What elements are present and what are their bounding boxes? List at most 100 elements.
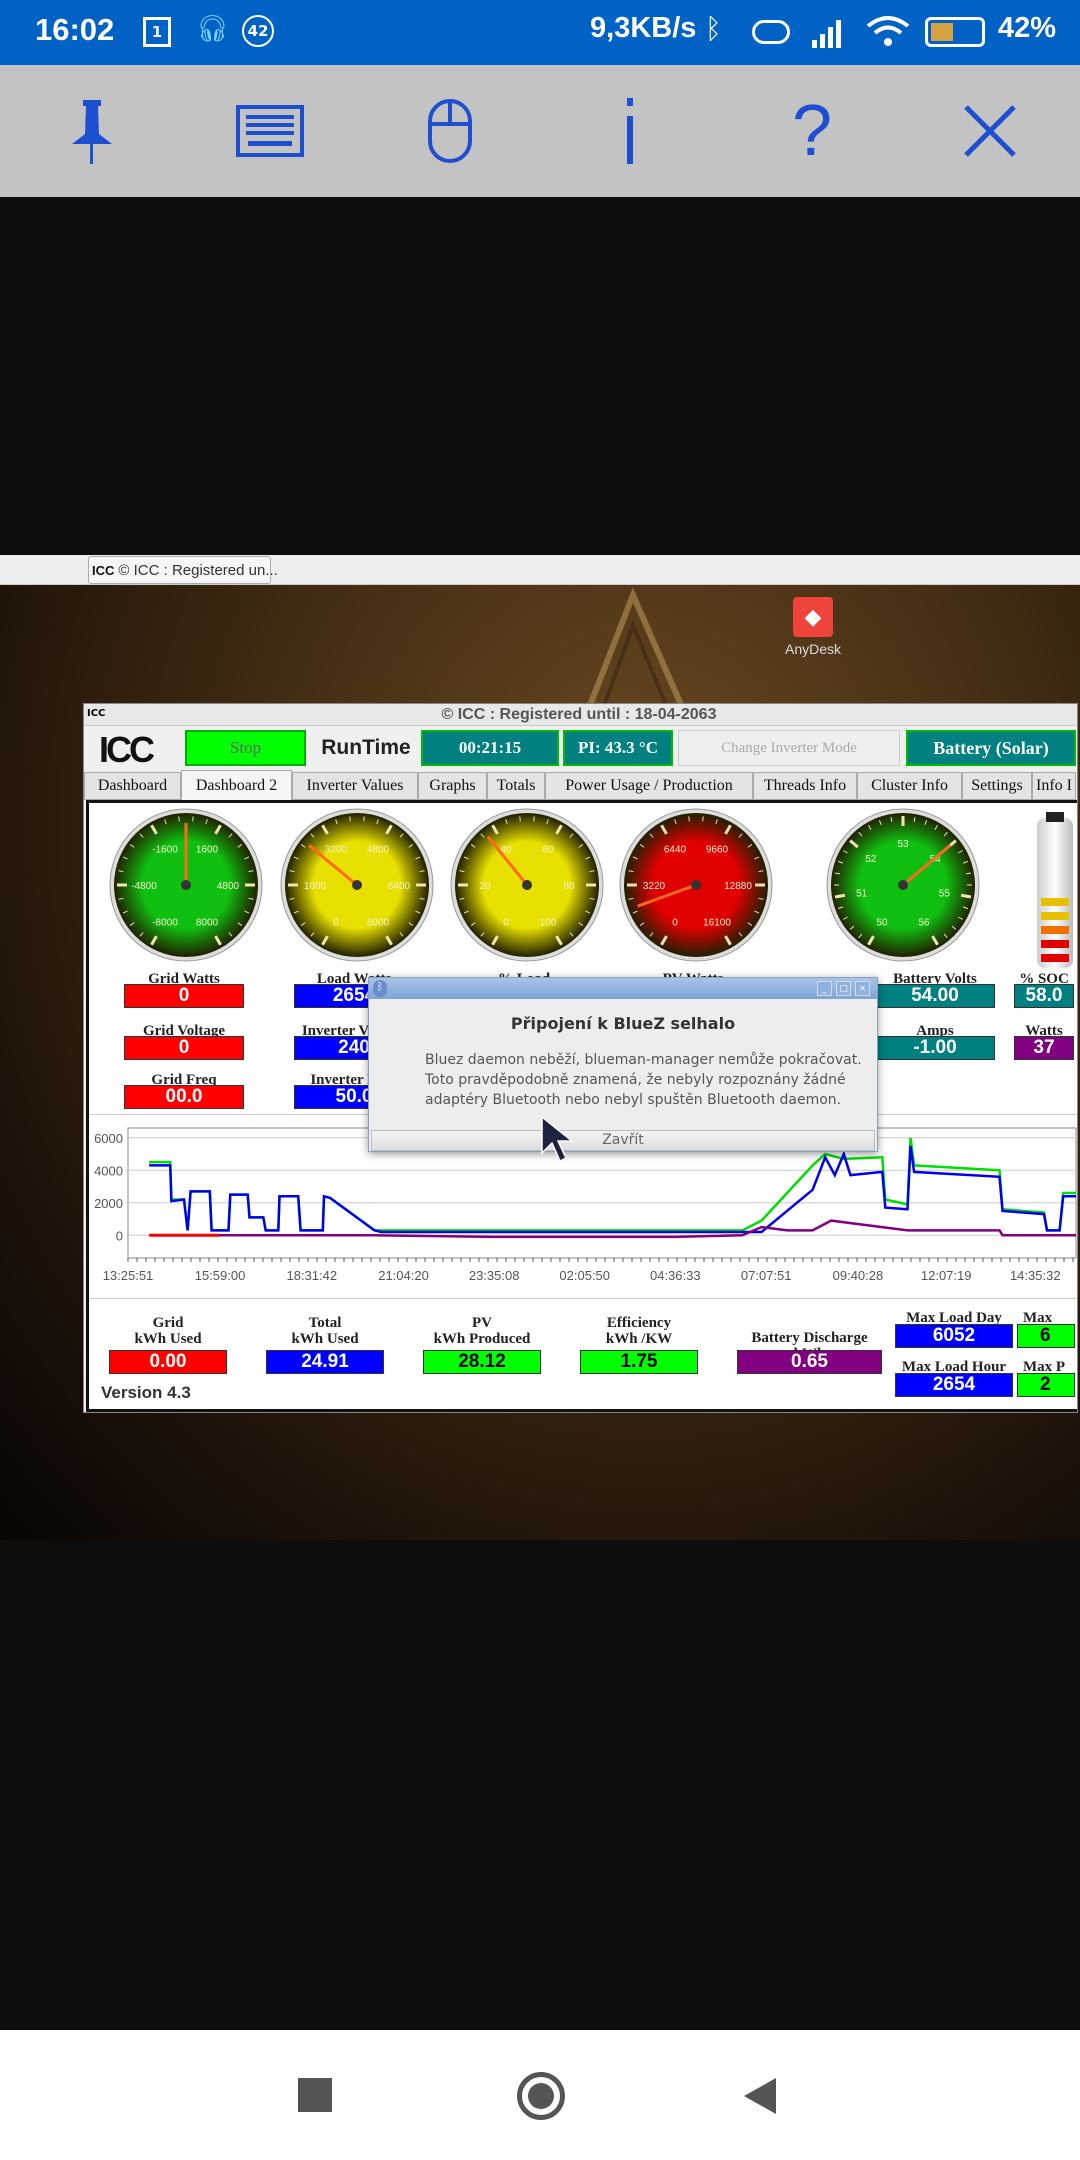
tab-dashboard[interactable]: Dashboard [84,772,181,800]
recents-button[interactable] [298,2078,332,2112]
gauge-tick [178,816,180,822]
gauge-label: 20 [479,881,491,892]
change-inverter-mode-button[interactable]: Change Inverter Mode [678,730,900,766]
pi-temperature: PI: 43.3 °C [563,730,673,766]
value-soc: 58.0 [1014,984,1074,1008]
tab-info-i[interactable]: Info I [1032,772,1076,800]
info-icon[interactable] [595,95,665,167]
message-line: adaptéry Bluetooth nebo nebyl spuštěn Bl… [425,1092,842,1108]
gauge-label: 8000 [367,917,390,928]
signal-icon [812,20,841,48]
home-button[interactable] [517,2072,565,2120]
anydesk-label[interactable]: AnyDesk [773,641,853,657]
y-tick-label: 2000 [94,1196,123,1211]
anydesk-icon[interactable]: ◆ [793,597,833,637]
tab-graphs[interactable]: Graphs [418,772,487,800]
gauge-tick [363,816,365,822]
total-value: 24.91 [266,1350,384,1374]
calendar-icon: 1 [143,17,171,47]
gauge-label: 50 [876,917,888,928]
value-battery-volts: 54.00 [875,984,995,1008]
gauge-label: 4800 [217,881,240,892]
taskbar-window-button[interactable]: ICC © ICC : Registered un... [88,556,278,584]
message-line: Toto pravděpodobně znamená, že nebyly ro… [425,1072,846,1088]
gauge-hub [522,880,532,890]
tab-dashboard-2[interactable]: Dashboard 2 [181,770,292,801]
gauge-label: 0 [672,917,678,928]
tab-threads-info[interactable]: Threads Info [753,772,857,800]
back-button[interactable] [740,2076,780,2116]
gauge-tick [702,816,704,822]
total-label-line1: PV [472,1315,492,1331]
total-label-line1: Total [308,1315,342,1331]
maximize-button[interactable]: □ [836,981,851,996]
window-title: © ICC : Registered until : 18-04-2063 [441,706,717,723]
icc-app-icon: ICC [92,562,115,578]
x-tick-label: 13:25:51 [103,1268,154,1283]
tab-cluster-info[interactable]: Cluster Info [857,772,962,800]
minimize-button[interactable]: _ [817,981,832,996]
gauge-label: 0 [333,917,339,928]
total-value: 0.00 [109,1350,227,1374]
total-label-line2: kWh Produced [433,1331,531,1347]
gauge-hub [352,880,362,890]
gauge-percent-load: 02040 6080100 [450,808,604,962]
bluez-error-dialog: ᛒ _ □ × Připojení k BlueZ selhalo Bluez … [368,977,878,1152]
tab-totals[interactable]: Totals [487,772,545,800]
tab-power-usage-production[interactable]: Power Usage / Production [545,772,753,800]
bluetooth-icon: ᛒ [373,980,387,997]
y-tick-label: 0 [116,1228,123,1243]
status-bar: 16:02 1 🎧︎ 42 9,3KB/s ᛒ 42% [0,0,1080,65]
value-watts: 37 [1014,1036,1074,1060]
total-label: Grid kWh Used [98,1315,238,1347]
close-icon[interactable] [955,95,1025,167]
total-label-line2: kWh /KW [605,1331,673,1347]
total-label-line1: Efficiency [606,1315,672,1331]
close-dialog-button[interactable]: Zavřít [371,1130,875,1151]
value-grid-freq: 00.0 [124,1085,244,1109]
gauge-label: 55 [939,888,951,899]
tab-inverter-values[interactable]: Inverter Values [292,772,418,800]
gauge-label: 1600 [196,845,219,856]
gauge-label: 51 [856,888,868,899]
wifi-icon [866,16,910,46]
icc-logo: ICC [99,729,155,770]
gauge-hub [691,880,701,890]
mouse-icon[interactable] [415,95,485,167]
mouse-cursor [541,1115,575,1163]
clock: 16:02 [35,12,115,47]
gauge-label: 0 [503,917,509,928]
message-line: Bluez daemon neběží, blueman-manager nem… [425,1052,862,1068]
total-label: PV kWh Produced [412,1315,552,1347]
tab-settings[interactable]: Settings [962,772,1032,800]
gauge-load-watts: 0 1600 3200 4800 6400 8000 [280,808,434,962]
taskbar-window-title: © ICC : Registered un... [118,561,278,579]
gauge-tick [349,816,351,822]
dialog-titlebar[interactable]: ᛒ _ □ × [369,978,877,999]
y-tick-label: 6000 [94,1131,123,1146]
dialog-title: Připojení k BlueZ selhalo [510,1014,736,1033]
gauge-label: -1600 [152,845,178,856]
total-label: Total kWh Used [255,1315,395,1347]
value-grid-voltage: 0 [124,1036,244,1060]
close-window-button[interactable]: × [855,981,870,996]
battery-soc-icon [1037,812,1073,968]
gauge-hub [898,880,908,890]
x-tick-label: 12:07:19 [921,1268,972,1283]
help-icon[interactable]: ? [777,91,847,171]
gauge-label: -8000 [152,917,178,928]
gauge-label: 56 [918,917,930,928]
gauge-label: 80 [563,881,575,892]
max-pv-hour-value: 2 [1017,1373,1075,1397]
gauge-tick [533,816,535,822]
keyboard-icon[interactable] [235,95,305,167]
max-load-hour-value: 2654 [895,1373,1013,1397]
window-titlebar[interactable]: ICC © ICC : Registered until : 18-04-206… [84,704,1077,726]
x-tick-label: 15:59:00 [195,1268,246,1283]
total-label-line2: kWh Used [134,1331,202,1347]
pin-icon[interactable] [57,95,127,167]
stop-button[interactable]: Stop [185,730,306,766]
gauge-battery-volts: 50515253545556 [826,808,980,962]
y-tick-label: 4000 [94,1163,123,1178]
navigation-bar [0,2030,1080,2160]
